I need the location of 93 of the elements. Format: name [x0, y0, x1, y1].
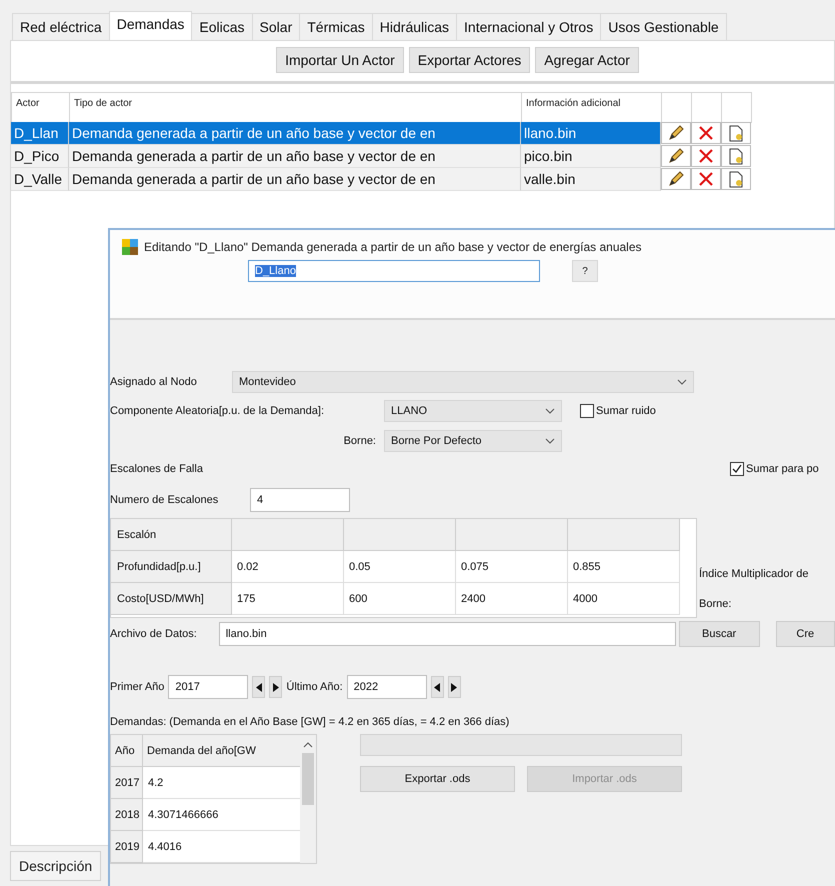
previous-button[interactable] — [430, 676, 444, 698]
next-button[interactable] — [269, 676, 282, 698]
checkbox-label: Sumar para po — [746, 463, 819, 475]
document-button[interactable] — [721, 145, 751, 167]
left-arrow-icon — [434, 682, 440, 692]
tab[interactable]: Demandas — [108, 11, 192, 40]
pencil-icon — [667, 170, 685, 188]
table-cell: pico.bin — [521, 145, 661, 168]
table-cell: valle.bin — [521, 168, 661, 191]
help-button[interactable]: ? — [572, 260, 598, 282]
checkbox-label: Sumar ruido — [596, 405, 656, 417]
field-label: Asignado al Nodo — [110, 376, 198, 388]
edit-button[interactable] — [661, 145, 691, 167]
row-header: Profundidad[p.u.] — [111, 551, 232, 583]
table-cell: 2400 — [456, 583, 568, 615]
component-select[interactable]: LLANO — [384, 400, 562, 422]
delete-icon — [698, 125, 714, 141]
name-field[interactable]: D_Llano — [248, 260, 540, 282]
chevron-down-icon — [545, 408, 555, 414]
create-button[interactable]: Cre — [776, 621, 835, 647]
table-cell: 0.02 — [232, 551, 344, 583]
table-cell: D_Valle — [11, 168, 69, 191]
table-cell: 0.075 — [456, 551, 568, 583]
delete-button[interactable] — [691, 145, 721, 167]
row-header: Costo[USD/MWh] — [111, 583, 232, 615]
delete-button[interactable] — [691, 122, 721, 144]
field-label: Primer Año — [110, 681, 164, 693]
checkbox[interactable] — [580, 404, 594, 418]
edit-button[interactable] — [661, 122, 691, 144]
delete-button[interactable] — [691, 168, 721, 190]
field-label: Borne: — [699, 598, 732, 610]
table-cell: 600 — [344, 583, 456, 615]
table-cell: 0.05 — [344, 551, 456, 583]
steps-field[interactable]: 4 — [250, 488, 350, 512]
row-header: 2017 — [111, 767, 143, 799]
field-label: Numero de Escalones — [110, 494, 220, 506]
last-year-field[interactable]: 2022 — [346, 675, 427, 699]
toolbar-button[interactable]: Agregar Actor — [535, 47, 639, 73]
pencil-icon — [667, 147, 685, 165]
chevron-up-icon[interactable] — [303, 741, 313, 749]
table-cell: 0.855 — [568, 551, 680, 583]
chevron-down-icon — [545, 438, 555, 444]
tab[interactable]: Usos Gestionable — [600, 13, 727, 40]
checkmark-icon — [732, 464, 742, 474]
tab[interactable]: Red eléctrica — [12, 13, 110, 40]
tab[interactable]: Descripción — [10, 851, 102, 881]
next-button[interactable] — [448, 676, 461, 698]
ods-button[interactable]: Exportar .ods — [360, 766, 515, 792]
dialog-title: Editando "D_Llano" Demanda generada a partir de un año base y vector de energías anuales — [144, 240, 642, 254]
section-title: Escalones de Falla — [110, 463, 204, 475]
document-button[interactable] — [721, 168, 751, 190]
field-label: Índice Multiplicador de — [699, 568, 808, 580]
toolbar-button[interactable]: Importar Un Actor — [276, 47, 404, 73]
previous-button[interactable] — [252, 676, 266, 698]
table-cell: 4000 — [568, 583, 680, 615]
table-cell: llano.bin — [521, 122, 661, 145]
field-label: Componente Aleatoria[p.u. de la Demanda]: — [110, 405, 326, 417]
left-arrow-icon — [256, 682, 262, 692]
row-header: Escalón — [111, 519, 232, 551]
document-icon — [728, 124, 744, 142]
column-header: Año — [111, 735, 143, 767]
document-button[interactable] — [721, 122, 751, 144]
table-cell: D_Llan — [11, 122, 69, 145]
table-cell: Demanda generada a partir de un año base y vector de en — [69, 122, 521, 145]
table-cell: 175 — [232, 583, 344, 615]
scrollbar-thumb[interactable] — [302, 753, 314, 805]
node-select[interactable]: Montevideo — [232, 371, 694, 393]
field-label: Último Año: — [286, 681, 343, 693]
table-cell: D_Pico — [11, 145, 69, 168]
borne-select[interactable]: Borne Por Defecto — [384, 430, 562, 452]
toolbar-button[interactable]: Exportar Actores — [408, 47, 530, 73]
app-icon — [122, 239, 138, 255]
field-label: Archivo de Datos: — [110, 628, 198, 640]
row-header: 2018 — [111, 799, 143, 831]
right-arrow-icon — [272, 682, 279, 692]
scrollbar[interactable] — [300, 735, 316, 863]
delete-icon — [698, 171, 714, 187]
edit-button[interactable] — [661, 168, 691, 190]
right-arrow-icon — [451, 682, 458, 692]
field-label: Borne: — [342, 435, 376, 447]
browse-button[interactable]: Buscar — [678, 621, 760, 647]
pencil-icon — [667, 124, 685, 142]
chevron-down-icon — [677, 379, 687, 385]
delete-icon — [698, 148, 714, 164]
row-header: 2019 — [111, 831, 143, 863]
file-field[interactable]: llano.bin — [218, 622, 676, 646]
demand-note: Demandas: (Demanda en el Año Base [GW] = 4.2 en 365 días, = 4.2 en 366 días) — [110, 716, 510, 728]
checkbox[interactable] — [730, 462, 744, 476]
document-icon — [728, 170, 744, 188]
document-icon — [728, 148, 744, 164]
table-cell: Demanda generada a partir de un año base y vector de en — [69, 168, 521, 191]
table-cell: Demanda generada a partir de un año base y vector de en — [69, 145, 521, 168]
first-year-field[interactable]: 2017 — [168, 675, 248, 699]
